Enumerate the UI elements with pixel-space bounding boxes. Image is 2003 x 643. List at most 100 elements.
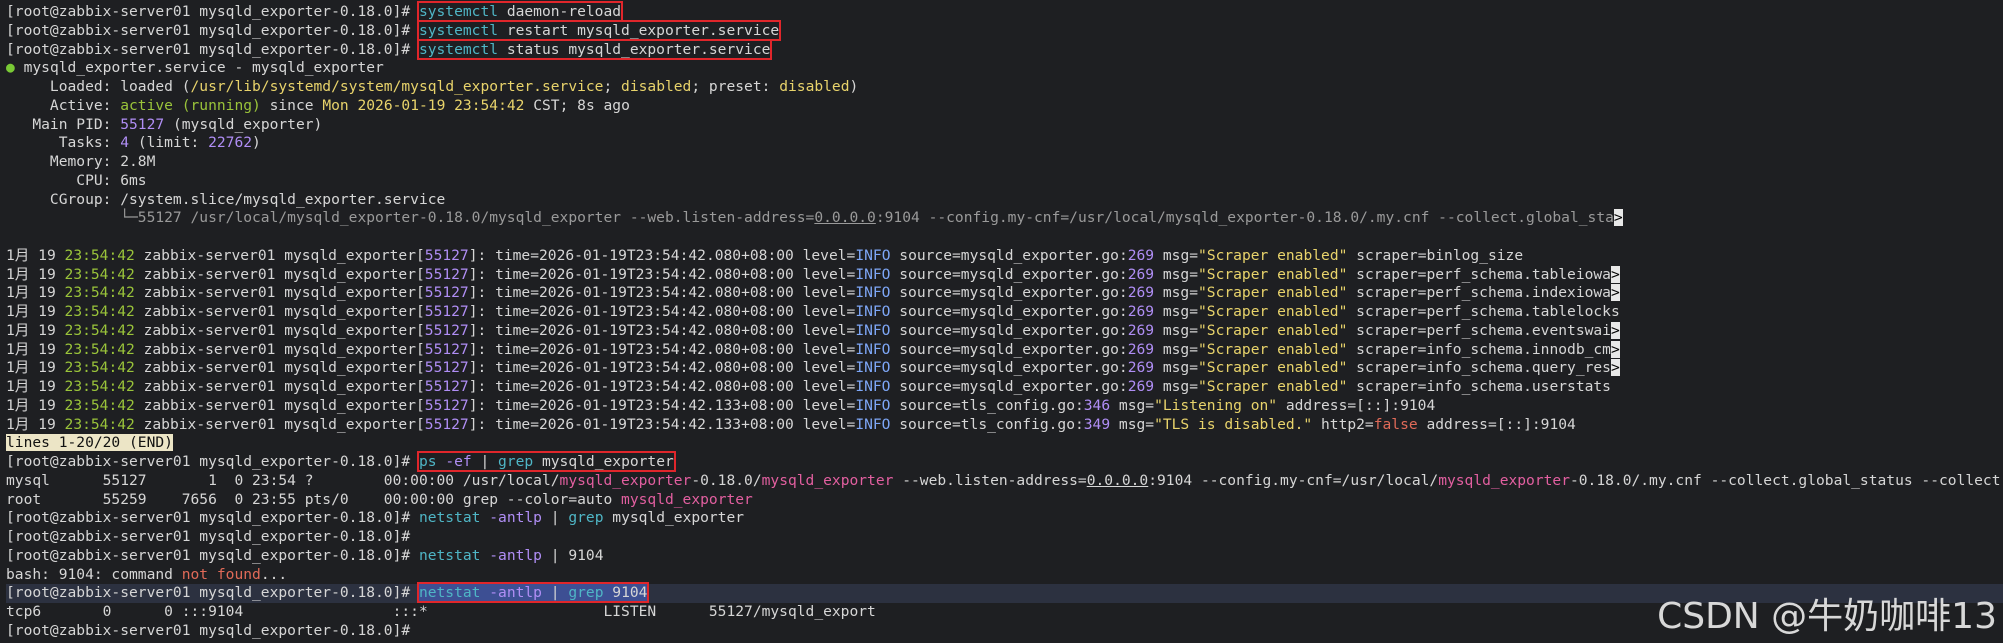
terminal-text: Loaded: loaded ( [6, 78, 191, 95]
terminal-text: 55127 [120, 115, 165, 133]
terminal-text: zabbix-server01 mysqld_exporter[ [134, 340, 425, 358]
terminal-text: 23:54:42 [64, 415, 135, 433]
terminal-text: source=mysqld_exporter.go: [890, 284, 1128, 302]
terminal-text: bash: 9104: command [6, 565, 182, 583]
terminal-text: /usr/lib/systemd/system/mysqld_exporter.… [190, 78, 604, 95]
highlighted-command-text: netstat [418, 584, 481, 602]
terminal-text: INFO [855, 359, 891, 377]
terminal-text: > [1610, 359, 1620, 377]
terminal-text: ]: time= [468, 246, 540, 264]
terminal-text: 55127 [424, 321, 469, 339]
terminal-text: [root@zabbix-server01 mysqld_exporter-0.… [6, 21, 419, 39]
terminal-text: source=mysqld_exporter.go: [890, 321, 1128, 339]
terminal-text: ]: time=2026-01-19T23:54:42.080+08:00 le… [468, 378, 856, 395]
terminal-text: address=[::]:9104 [1417, 415, 1576, 433]
terminal-text: CST; 8s ago [524, 96, 630, 114]
terminal-text: mysql 55127 1 0 23:54 ? 00:00:00 /usr/lo… [6, 471, 560, 489]
terminal-text: -antlp [480, 546, 542, 564]
terminal-text: "Scraper enabled" [1198, 340, 1348, 358]
terminal-text: netstat [418, 509, 481, 527]
terminal-line: [root@zabbix-server01 mysqld_exporter-0.… [6, 1, 2003, 22]
red-highlight-box: systemctl status mysqld_exporter.service [416, 38, 773, 60]
terminal-text: mysqld_exporter [559, 471, 692, 489]
terminal-text: 1月 19 [6, 340, 65, 358]
terminal-text: 55127 [424, 396, 469, 414]
terminal-text: 55127 [424, 378, 469, 395]
terminal-text: ]: time=2026-01-19T23:54:42.080+08:00 le… [468, 284, 856, 302]
terminal-line: mysql 55127 1 0 23:54 ? 00:00:00 /usr/lo… [6, 472, 2003, 491]
terminal-text: mysqld_exporter [1438, 471, 1570, 489]
terminal-text: > [1610, 265, 1620, 283]
terminal-text: source=tls_config.go: [890, 396, 1084, 414]
terminal-text: msg= [1110, 396, 1155, 414]
terminal-text: source=mysqld_exporter.go: [890, 303, 1128, 320]
terminal-text: INFO [855, 321, 891, 339]
terminal-text: ]: time=2026-01-19T23:54:42.133+08:00 le… [468, 415, 856, 433]
terminal-text: msg= [1154, 359, 1198, 377]
terminal-text: ... [260, 565, 288, 583]
terminal-text: 269 [1127, 284, 1155, 302]
terminal-line: ● mysqld_exporter.service - mysqld_expor… [6, 59, 2003, 78]
terminal-text: Memory: 2.8M [6, 153, 156, 170]
red-highlight-box: systemctl restart mysqld_exporter.servic… [416, 19, 782, 41]
terminal-text: "TLS is disabled." [1154, 415, 1313, 433]
terminal-text: 23:54:42 [64, 340, 135, 358]
terminal-text: [root@zabbix-server01 mysqld_exporter-0.… [6, 3, 419, 20]
terminal-text: "Scraper enabled" [1198, 284, 1348, 302]
terminal-text: root 55259 7656 0 23:55 pts/0 00:00:00 g… [6, 490, 622, 508]
terminal-text: Tasks: [6, 134, 121, 152]
terminal-line: [root@zabbix-server01 mysqld_exporter-0.… [6, 19, 2003, 41]
terminal-text: 1月 19 [6, 415, 65, 433]
terminal-line: 1月 19 23:54:42 zabbix-server01 mysqld_ex… [6, 265, 2003, 285]
terminal-text: 55127 [424, 284, 469, 302]
terminal-text: msg= [1110, 415, 1155, 433]
terminal-text: "Scraper enabled" [1198, 303, 1348, 320]
highlighted-command-text: | [471, 453, 499, 470]
terminal-text: 55127 [424, 246, 469, 264]
terminal-text: 1月 19 [6, 303, 65, 320]
terminal-text: | 9104 [541, 546, 604, 564]
terminal-text: 22762 [208, 134, 253, 152]
terminal-text: zabbix-server01 mysqld_exporter[ [134, 284, 425, 302]
terminal-text: http2= [1312, 415, 1374, 433]
terminal-text: [root@zabbix-server01 mysqld_exporter-0.… [6, 40, 419, 58]
terminal-text: 23:54:42 [64, 359, 135, 377]
terminal-text: [root@zabbix-server01 mysqld_exporter-0.… [6, 509, 419, 527]
terminal-text: CPU: 6ms [6, 171, 147, 189]
terminal-line: [root@zabbix-server01 mysqld_exporter-0.… [6, 547, 2003, 566]
terminal-text: [root@zabbix-server01 mysqld_exporter-0.… [6, 453, 419, 470]
terminal-output[interactable]: [root@zabbix-server01 mysqld_exporter-0.… [6, 1, 2003, 641]
terminal-text: -0.18.0/.my.cnf --collect.global_status … [1569, 471, 2003, 489]
terminal-text: [root@zabbix-server01 mysqld_exporter-0.… [6, 546, 419, 564]
highlighted-command-text: restart mysqld_exporter.service [498, 21, 780, 39]
highlighted-command-text: mysqld_exporter [533, 453, 674, 470]
terminal-text: source=mysqld_exporter.go: [890, 265, 1128, 283]
terminal-text: 269 [1127, 378, 1155, 395]
terminal-text: scraper=info_schema.query_res [1347, 359, 1611, 377]
terminal-text: > [1610, 340, 1620, 358]
terminal-text: INFO [855, 284, 891, 302]
terminal-line: [root@zabbix-server01 mysqld_exporter-0.… [6, 38, 2003, 60]
terminal-text: ]: time=2026-01-19T23:54:42.080+08:00 le… [468, 340, 856, 358]
terminal-text: 269 [1127, 246, 1155, 264]
terminal-text: "Scraper enabled" [1198, 321, 1348, 339]
terminal-text: scraper=perf_schema.eventswai [1347, 321, 1611, 339]
terminal-line: 1月 19 23:54:42 zabbix-server01 mysqld_ex… [6, 359, 2003, 378]
red-highlight-box: ps -ef | grep mysqld_exporter [416, 451, 676, 472]
terminal-line: Main PID: 55127 (mysqld_exporter) [6, 116, 2003, 135]
terminal-text: 1月 19 [6, 378, 65, 395]
terminal-text: source=mysqld_exporter.go: [890, 246, 1128, 264]
terminal-text: 1月 19 [6, 246, 65, 264]
terminal-text: Main PID: [6, 115, 121, 133]
highlighted-command-text: -antlp [480, 584, 542, 602]
terminal-text: zabbix-server01 mysqld_exporter[ [134, 359, 425, 377]
pager-status-line: lines 1-20/20 (END) [6, 434, 2003, 453]
terminal-text: "Scraper enabled" [1198, 378, 1348, 395]
terminal-text: CGroup: /system.slice/mysqld_exporter.se… [6, 190, 446, 208]
terminal-text: source=mysqld_exporter.go: [890, 378, 1128, 395]
terminal-line: CGroup: /system.slice/mysqld_exporter.se… [6, 191, 2003, 210]
terminal-line: 1月 19 23:54:42 zabbix-server01 mysqld_ex… [6, 416, 2003, 435]
terminal-text: zabbix-server01 mysqld_exporter[ [134, 265, 425, 283]
terminal-text: [root@zabbix-server01 mysqld_exporter-0.… [6, 528, 419, 545]
